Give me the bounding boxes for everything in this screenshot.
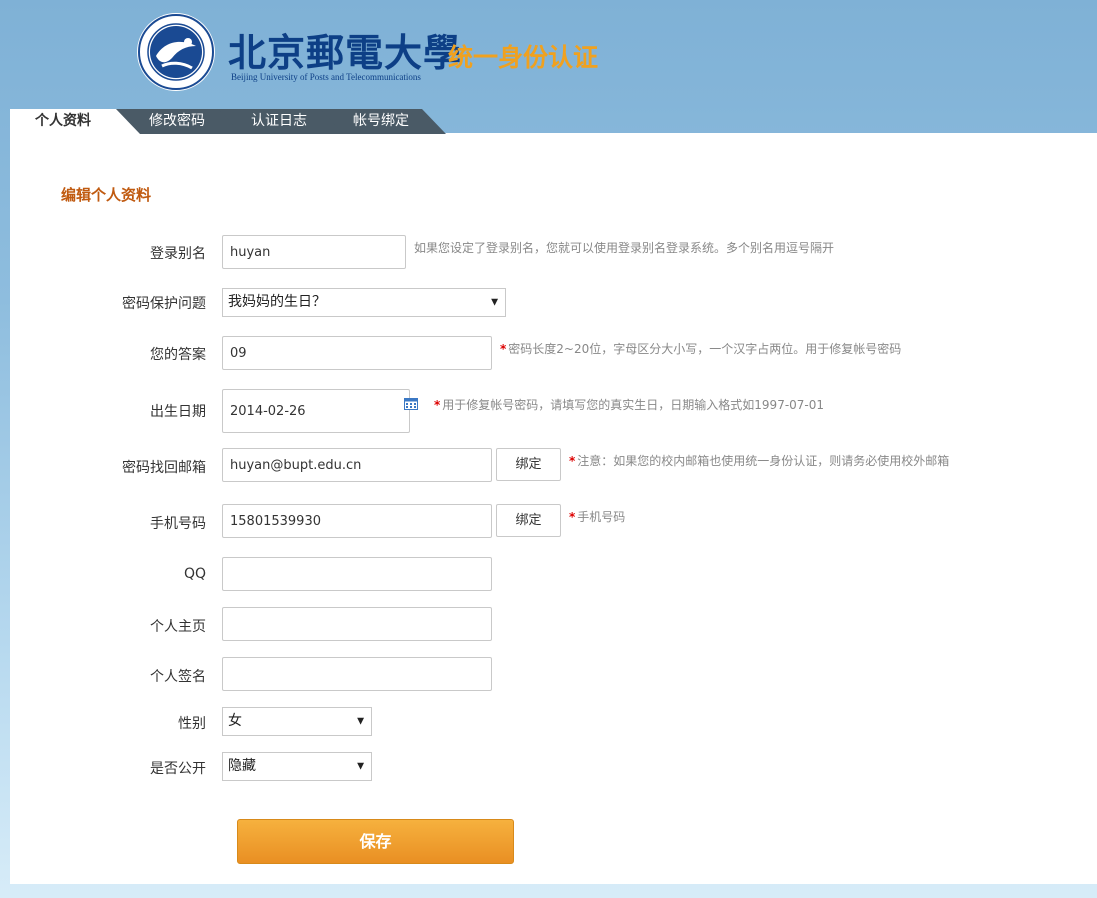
qq-label: QQ <box>183 566 206 582</box>
birthday-label: 出生日期 <box>150 404 206 420</box>
chevron-down-icon: ▼ <box>491 297 498 307</box>
university-seal-icon <box>137 13 215 91</box>
phone-hint-text: 手机号码 <box>577 510 626 524</box>
required-star: * <box>569 510 576 524</box>
question-select[interactable]: 我妈妈的生日？ ▼ <box>222 288 506 317</box>
tab-auth-log-label: 认证日志 <box>251 113 307 129</box>
email-label: 密码找回邮箱 <box>122 460 206 476</box>
gender-label: 性别 <box>178 716 206 732</box>
qq-input[interactable] <box>222 557 492 591</box>
email-hint: * 注意：如果您的校内邮箱也使用统一身份认证，则请务必使用校外邮箱 <box>569 452 949 469</box>
save-button[interactable]: 保存 <box>237 819 514 864</box>
answer-label: 您的答案 <box>150 347 206 363</box>
alias-input[interactable] <box>222 235 406 269</box>
section-title: 编辑个人资料 <box>61 186 152 204</box>
gender-select[interactable]: 女 ▼ <box>222 707 372 736</box>
alias-label: 登录别名 <box>150 246 206 262</box>
tab-profile-label: 个人资料 <box>35 113 91 129</box>
required-star: * <box>434 398 441 412</box>
email-input[interactable] <box>222 448 492 482</box>
public-label: 是否公开 <box>150 761 206 777</box>
phone-hint: * 手机号码 <box>569 508 625 525</box>
tab-account-binding-label: 帐号绑定 <box>353 113 409 129</box>
chevron-down-icon: ▼ <box>357 716 364 726</box>
calendar-icon[interactable] <box>404 397 418 410</box>
birthday-input[interactable] <box>222 389 410 433</box>
signature-input[interactable] <box>222 657 492 691</box>
required-star: * <box>500 342 507 356</box>
answer-input[interactable] <box>222 336 492 370</box>
required-star: * <box>569 454 576 468</box>
phone-input[interactable] <box>222 504 492 538</box>
question-select-value: 我妈妈的生日？ <box>228 294 326 310</box>
chevron-down-icon: ▼ <box>357 761 364 771</box>
birthday-hint-text: 用于修复帐号密码，请填写您的真实生日，日期输入格式如1997-07-01 <box>442 398 825 412</box>
signature-label: 个人签名 <box>150 669 206 685</box>
profile-panel: 编辑个人资料 登录别名 如果您设定了登录别名，您就可以使用登录别名登录系统。多个… <box>10 133 1097 884</box>
bind-email-button[interactable]: 绑定 <box>496 448 561 481</box>
public-select[interactable]: 隐藏 ▼ <box>222 752 372 781</box>
homepage-input[interactable] <box>222 607 492 641</box>
email-hint-text: 注意：如果您的校内邮箱也使用统一身份认证，则请务必使用校外邮箱 <box>577 454 950 468</box>
header: 北京郵電大學 Beijing University of Posts and T… <box>0 0 1097 108</box>
phone-label: 手机号码 <box>150 516 206 532</box>
gender-select-value: 女 <box>228 713 242 729</box>
bind-phone-button[interactable]: 绑定 <box>496 504 561 537</box>
tab-change-password-label: 修改密码 <box>149 113 205 129</box>
answer-hint-text: 密码长度2~20位，字母区分大小写，一个汉字占两位。用于修复帐号密码 <box>508 342 902 356</box>
homepage-label: 个人主页 <box>150 619 206 635</box>
answer-hint: * 密码长度2~20位，字母区分大小写，一个汉字占两位。用于修复帐号密码 <box>500 340 901 357</box>
university-name-en: Beijing University of Posts and Telecomm… <box>231 72 421 82</box>
birthday-hint: * 用于修复帐号密码，请填写您的真实生日，日期输入格式如1997-07-01 <box>434 396 824 413</box>
alias-hint: 如果您设定了登录别名，您就可以使用登录别名登录系统。多个别名用逗号隔开 <box>414 241 835 255</box>
question-label: 密码保护问题 <box>122 296 206 312</box>
system-title: 统一身份认证 <box>448 43 599 72</box>
university-name-cn: 北京郵電大學 <box>228 30 463 75</box>
public-select-value: 隐藏 <box>228 758 256 774</box>
